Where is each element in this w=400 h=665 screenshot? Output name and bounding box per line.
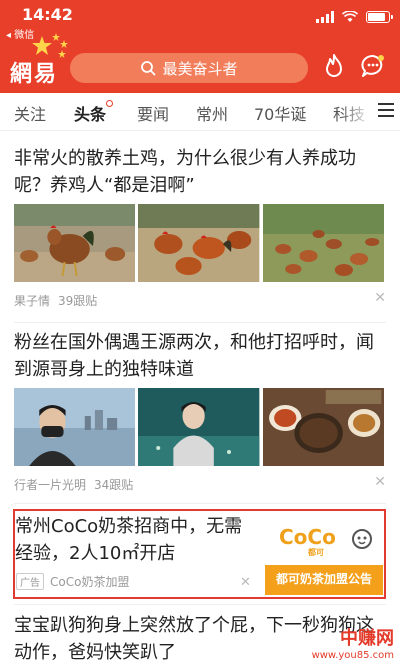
chicken-photo (14, 204, 136, 282)
chicken-flock-photo (138, 204, 260, 282)
dismiss-icon[interactable]: ✕ (374, 474, 386, 490)
news-item[interactable]: 粉丝在国外偶遇王源两次，和他打招呼时，闻到源哥身上的独特味道 行者一片光明 34… (0, 326, 400, 501)
article-meta: 行者一片光明 34跟贴 (14, 476, 141, 493)
article-thumbnails (14, 204, 384, 282)
ad-source: CoCo奶茶加盟 (50, 575, 130, 589)
search-bar[interactable]: 最美奋斗者 (70, 53, 308, 83)
divider (14, 322, 386, 323)
comment-count: 34跟贴 (94, 478, 134, 492)
chicken-farm-photo (262, 204, 384, 282)
hot-button[interactable] (318, 50, 350, 82)
article-title: 粉丝在国外偶遇王源两次，和他打招呼时，闻到源哥身上的独特味道 (14, 332, 374, 380)
battery-icon (366, 11, 393, 23)
dismiss-icon[interactable]: ✕ (240, 575, 251, 590)
ad-badge: 广告 (16, 573, 44, 590)
watermark-name: 中赚网 (340, 628, 394, 649)
food-photo (262, 388, 384, 466)
tab-headlines[interactable]: 头条 (74, 100, 114, 125)
ad-image-caption: 都可奶茶加盟公告 (275, 572, 372, 586)
coco-logo-sub: 都可 (308, 548, 324, 557)
tab-changzhou[interactable]: 常州 (196, 101, 228, 125)
chat-bubble-icon (361, 55, 384, 77)
news-item[interactable]: 非常火的散养土鸡，为什么很少有人养成功呢？养鸡人“都是泪啊” 果子情 39跟贴 … (0, 140, 400, 320)
search-placeholder: 最美奋斗者 (162, 59, 238, 78)
tab-70th-anniversary[interactable]: 70华诞 (254, 101, 306, 125)
coco-ad-image: CoCo 都可 都可奶茶加盟公告 (265, 515, 383, 595)
coco-logo: CoCo (279, 525, 336, 549)
watermark: 中赚网 www.you85.com (312, 624, 394, 661)
tab-news[interactable]: 要闻 (137, 101, 169, 125)
divider (14, 604, 386, 605)
article-title: 非常火的散养土鸡，为什么很少有人养成功呢？养鸡人“都是泪啊” (14, 148, 356, 196)
watermark-url: www.you85.com (311, 650, 394, 661)
article-meta: 果子情 39跟贴 (14, 292, 105, 309)
fire-icon (326, 54, 342, 77)
app-header: 14:42 ◂ 微信 網易 最美奋斗者 (0, 0, 400, 93)
article-source: 果子情 (14, 294, 51, 308)
menu-icon[interactable] (378, 103, 394, 119)
comment-count: 39跟贴 (58, 294, 98, 308)
dismiss-icon[interactable]: ✕ (374, 290, 386, 306)
signal-icon (316, 11, 334, 23)
message-button[interactable] (357, 50, 389, 82)
singer-photo (138, 388, 260, 466)
divider (14, 503, 386, 504)
masked-man-photo (14, 388, 136, 466)
tab-headlines-label: 头条 (74, 105, 107, 124)
ad-title: 常州CoCo奶茶招商中，无需经验，2人10㎡开店 (15, 516, 243, 564)
ad-meta: 广告 CoCo奶茶加盟 (16, 573, 129, 590)
search-icon (141, 61, 156, 76)
new-dot (106, 100, 114, 107)
article-source: 行者一片光明 (14, 478, 87, 492)
coco-cup-icon (352, 529, 372, 549)
wifi-icon (342, 11, 358, 22)
article-thumbnails (14, 388, 384, 466)
status-time: 14:42 (22, 5, 73, 24)
tab-follow[interactable]: 关注 (14, 101, 46, 125)
netease-logo[interactable]: 網易 (10, 56, 58, 88)
status-icons (316, 11, 393, 23)
channel-tabs: 关注 头条 要闻 常州 70华诞 科技 (0, 93, 400, 131)
ad-item[interactable]: 常州CoCo奶茶招商中，无需经验，2人10㎡开店 广告 CoCo奶茶加盟 ✕ C… (13, 509, 386, 599)
